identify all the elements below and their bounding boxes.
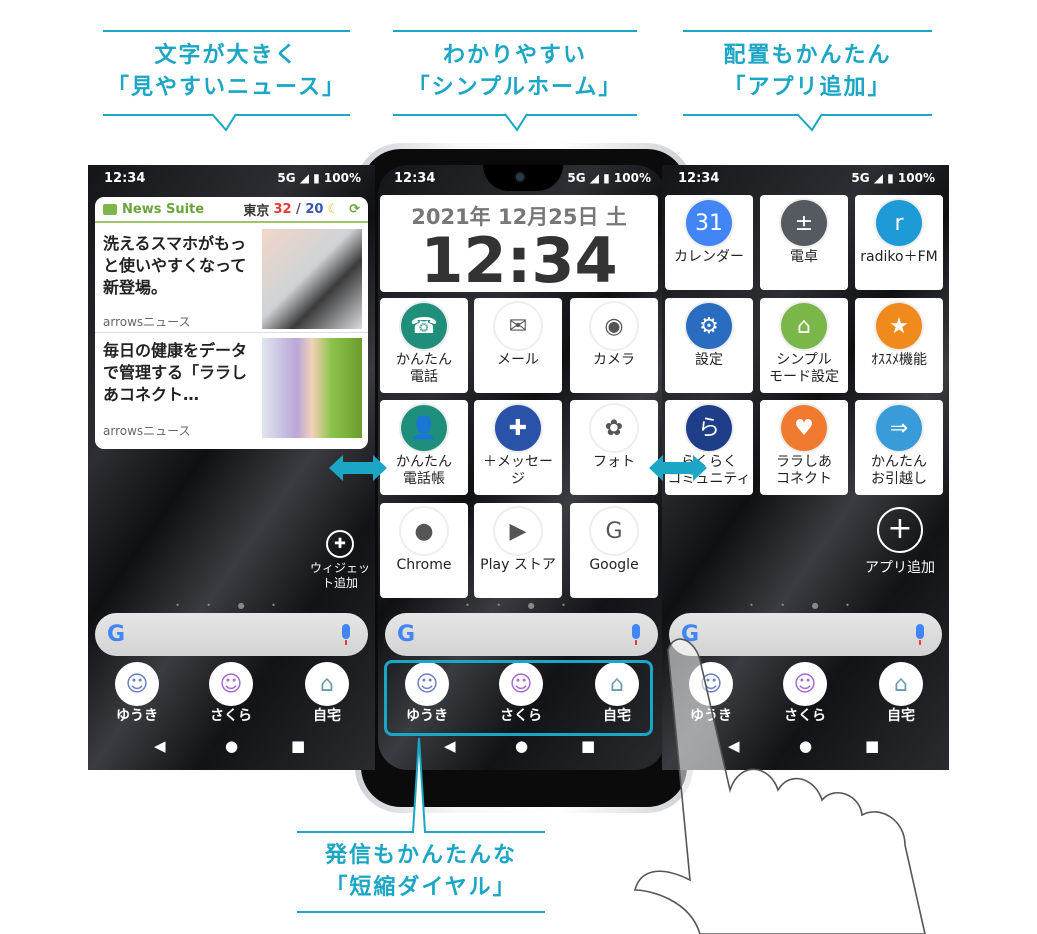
pointing-hand-illustration: [633, 638, 926, 934]
